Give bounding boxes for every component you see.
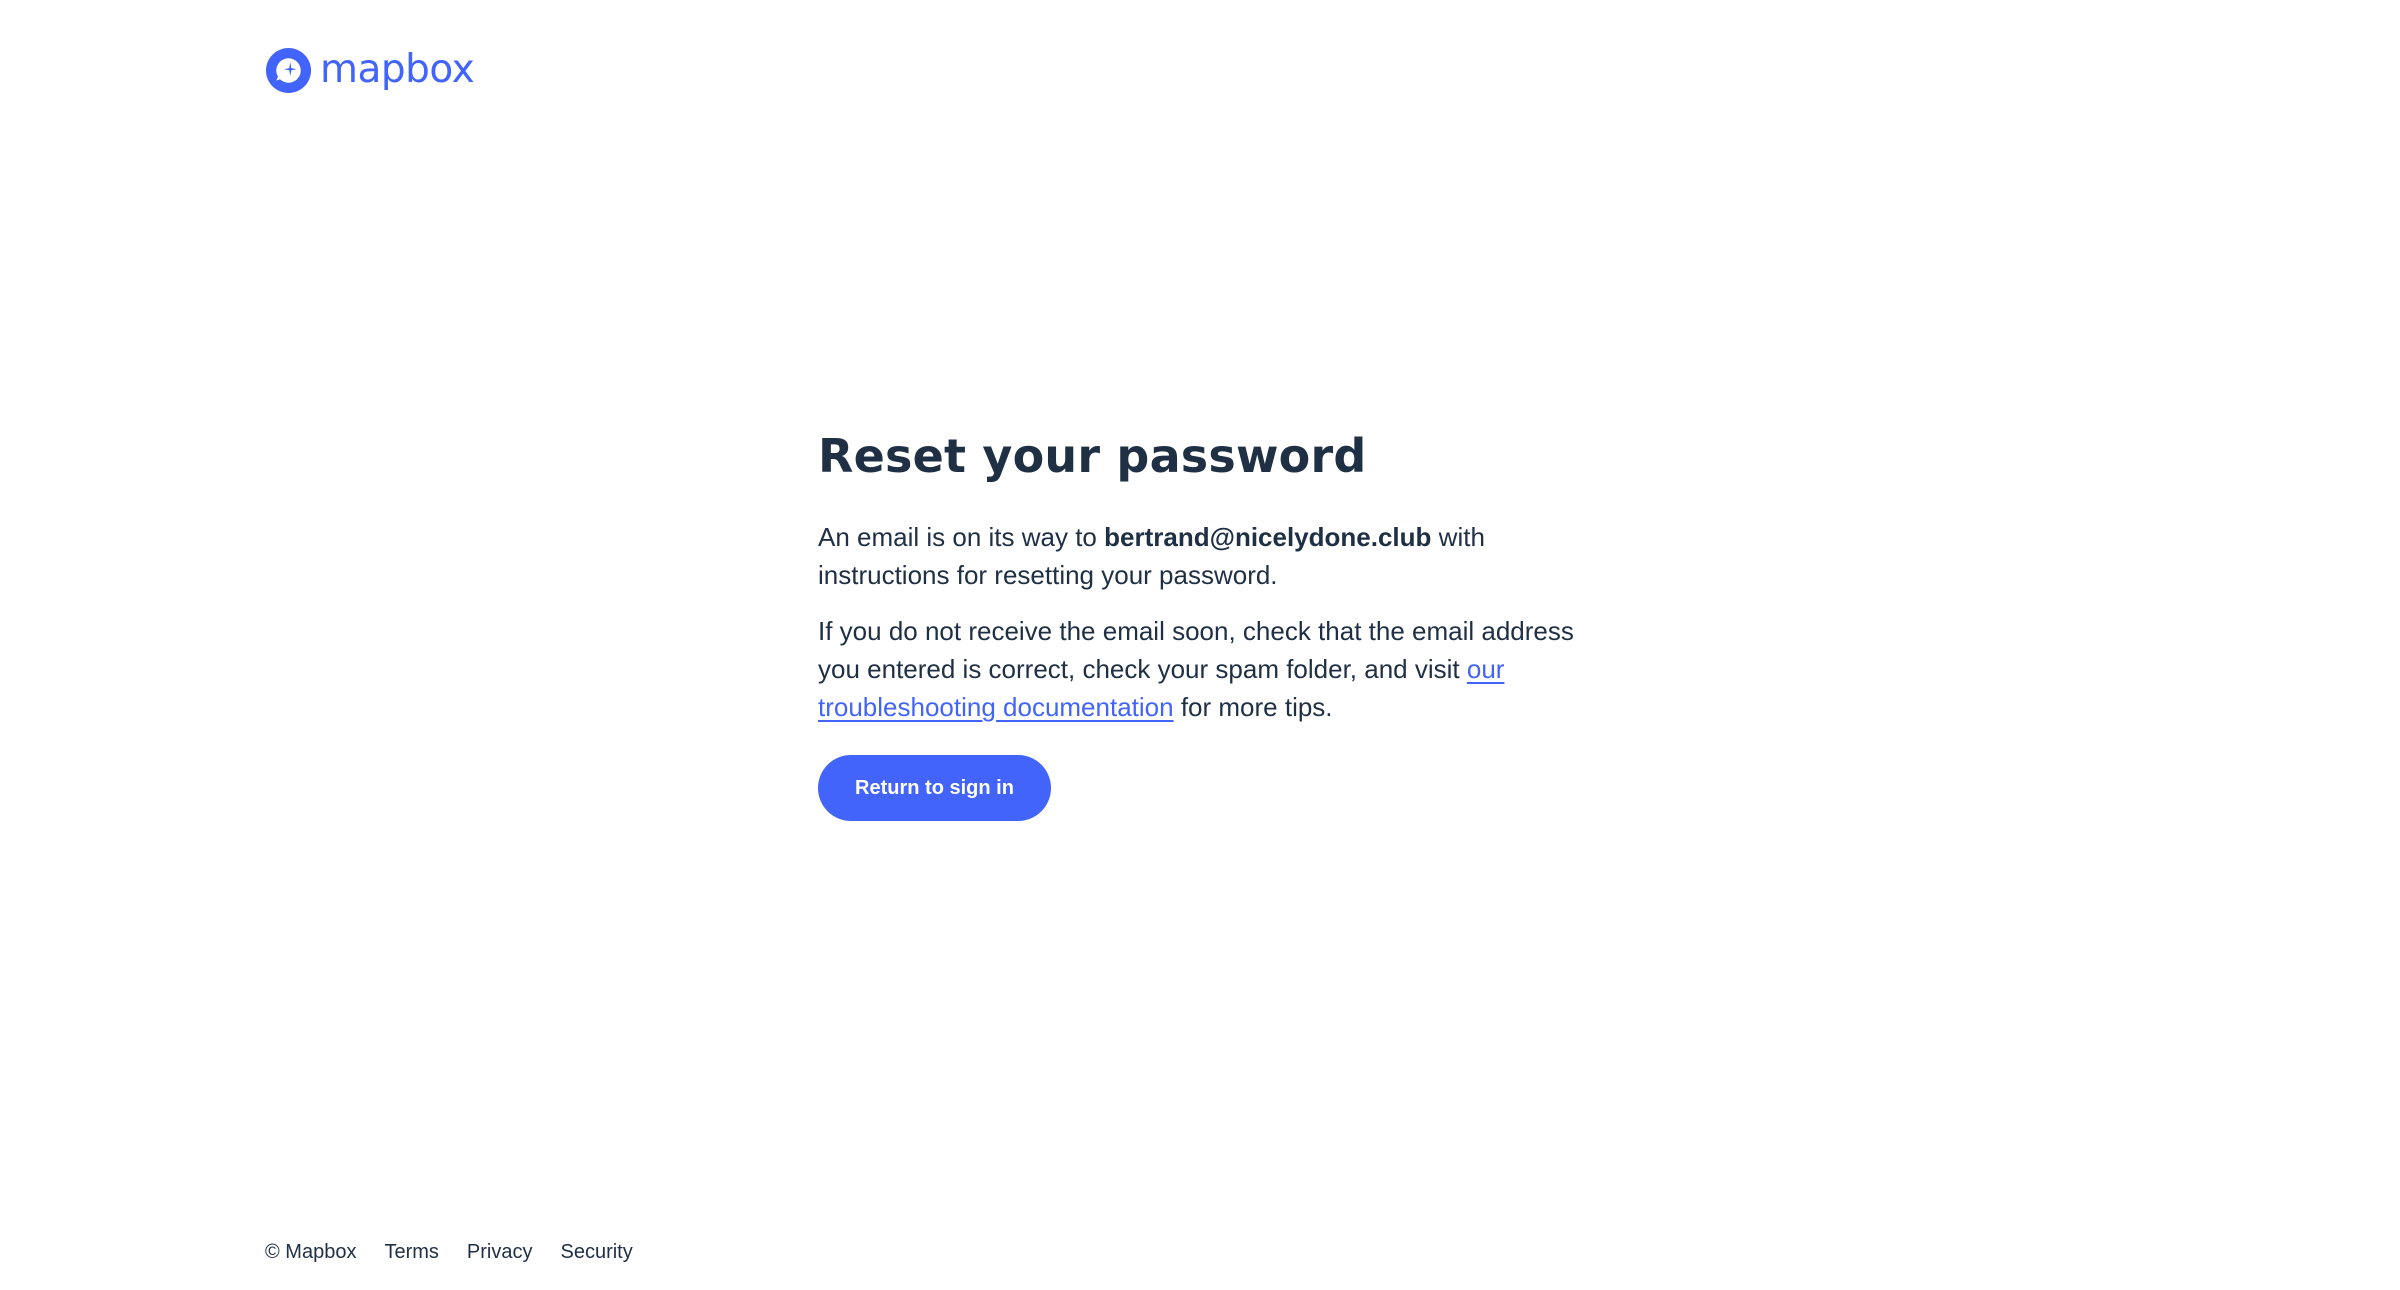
help-suffix: for more tips. bbox=[1173, 692, 1333, 722]
help-message: If you do not receive the email soon, ch… bbox=[818, 612, 1608, 726]
footer-copyright: © Mapbox bbox=[265, 1241, 357, 1263]
help-prefix: If you do not receive the email soon, ch… bbox=[818, 616, 1574, 684]
footer-security-link[interactable]: Security bbox=[560, 1238, 632, 1266]
email-sent-message: An email is on its way to bertrand@nicel… bbox=[818, 518, 1608, 594]
mapbox-logo[interactable]: mapbox bbox=[265, 46, 475, 94]
footer-terms-link[interactable]: Terms bbox=[384, 1238, 438, 1266]
footer-privacy-link[interactable]: Privacy bbox=[467, 1238, 533, 1266]
page-title: Reset your password bbox=[818, 429, 1367, 483]
recipient-email: bertrand@nicelydone.club bbox=[1104, 522, 1432, 552]
footer: © Mapbox Terms Privacy Security bbox=[265, 1238, 661, 1266]
brand-name: mapbox bbox=[320, 47, 475, 92]
mapbox-logo-icon bbox=[265, 47, 312, 93]
return-to-sign-in-button[interactable]: Return to sign in bbox=[818, 755, 1051, 821]
reset-confirmation-panel: Reset your password An email is on its w… bbox=[818, 420, 1608, 821]
message-prefix: An email is on its way to bbox=[818, 522, 1105, 552]
